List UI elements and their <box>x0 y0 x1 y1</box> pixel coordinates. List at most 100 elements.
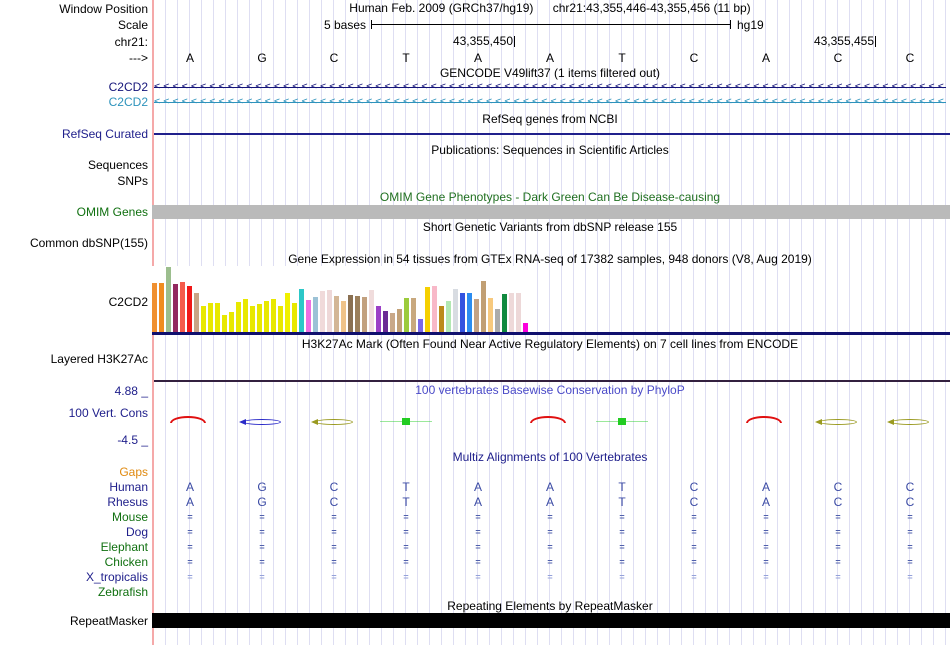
track-label-dog[interactable]: Dog <box>0 525 148 539</box>
conservation-glyph-arc[interactable] <box>745 416 787 423</box>
refseq-gene-line[interactable] <box>154 133 950 135</box>
coordinate-tick <box>514 36 515 47</box>
gtex-tissue-bar[interactable] <box>467 293 472 332</box>
conservation-glyph-lens[interactable] <box>887 419 929 425</box>
gtex-tissue-bar[interactable] <box>292 303 297 332</box>
gtex-tissue-bar[interactable] <box>264 301 269 332</box>
gtex-tissue-bar[interactable] <box>376 306 381 332</box>
conservation-glyph-arc[interactable] <box>169 416 211 423</box>
gtex-tissue-bar[interactable] <box>341 301 346 332</box>
track-label-sequences[interactable]: Sequences <box>0 158 148 172</box>
gtex-tissue-bar[interactable] <box>180 282 185 332</box>
gtex-tissue-bar[interactable] <box>355 296 360 332</box>
track-title-multiz[interactable]: Multiz Alignments of 100 Vertebrates <box>154 451 946 464</box>
gtex-tissue-bar[interactable] <box>187 286 192 332</box>
gtex-tissue-bar[interactable] <box>362 297 367 332</box>
track-label-repeatmasker[interactable]: RepeatMasker <box>0 614 148 628</box>
track-label-common-dbsnp[interactable]: Common dbSNP(155) <box>0 236 148 250</box>
gtex-tissue-bar[interactable] <box>502 294 507 332</box>
gtex-tissue-bar[interactable] <box>439 306 444 332</box>
gtex-tissue-bar[interactable] <box>411 298 416 332</box>
gene-exon-chevrons[interactable]: <<<<<<<<<<<<<<<<<<<<<<<<<<<<<<<<<<<<<<<<… <box>154 80 946 94</box>
base-letter: C <box>833 51 843 65</box>
gtex-tissue-bar[interactable] <box>425 287 430 332</box>
gtex-tissue-bar[interactable] <box>320 291 325 332</box>
repeatmasker-bar[interactable] <box>152 613 950 628</box>
track-title-dbsnp[interactable]: Short Genetic Variants from dbSNP releas… <box>154 221 946 234</box>
gtex-tissue-bar[interactable] <box>306 300 311 332</box>
gtex-tissue-bar[interactable] <box>418 319 423 332</box>
gtex-tissue-bar[interactable] <box>523 323 528 332</box>
gtex-tissue-bar[interactable] <box>215 303 220 332</box>
gtex-tissue-bar[interactable] <box>208 303 213 332</box>
gtex-tissue-bar[interactable] <box>229 312 234 332</box>
conservation-glyph-lens[interactable] <box>311 419 353 425</box>
gtex-tissue-bar[interactable] <box>334 296 339 332</box>
gtex-tissue-bar[interactable] <box>313 297 318 332</box>
gtex-tissue-bar[interactable] <box>166 267 171 332</box>
track-title-repeatmasker[interactable]: Repeating Elements by RepeatMasker <box>154 600 946 613</box>
track-label-chicken[interactable]: Chicken <box>0 555 148 569</box>
track-title-conservation[interactable]: 100 vertebrates Basewise Conservation by… <box>154 384 946 397</box>
gtex-tissue-bar[interactable] <box>488 298 493 332</box>
track-label-h3k27ac[interactable]: Layered H3K27Ac <box>0 352 148 366</box>
gtex-tissue-bar[interactable] <box>285 293 290 332</box>
gtex-tissue-bar[interactable] <box>369 290 374 332</box>
gtex-tissue-bar[interactable] <box>432 286 437 332</box>
track-title-h3k27ac[interactable]: H3K27Ac Mark (Often Found Near Active Re… <box>154 338 946 351</box>
track-label-gaps[interactable]: Gaps <box>0 465 148 479</box>
gtex-tissue-bar[interactable] <box>278 306 283 332</box>
track-label-gene[interactable]: C2CD2 <box>0 80 148 94</box>
gtex-tissue-bar[interactable] <box>460 293 465 332</box>
gtex-tissue-bar[interactable] <box>383 311 388 332</box>
conservation-glyph-arc[interactable] <box>529 416 571 423</box>
conservation-glyph-lens[interactable] <box>815 419 857 425</box>
track-label-gtex-gene[interactable]: C2CD2 <box>0 295 148 309</box>
gtex-tissue-bar[interactable] <box>271 299 276 332</box>
conservation-glyph-lens[interactable] <box>239 419 281 425</box>
gtex-tissue-bar[interactable] <box>173 284 178 332</box>
track-label-elephant[interactable]: Elephant <box>0 540 148 554</box>
gtex-tissue-bar[interactable] <box>250 306 255 332</box>
gtex-tissue-bar[interactable] <box>481 281 486 332</box>
track-label-snps[interactable]: SNPs <box>0 174 148 188</box>
track-title-refseq[interactable]: RefSeq genes from NCBI <box>154 113 946 126</box>
track-label-x_tropicalis[interactable]: X_tropicalis <box>0 570 148 584</box>
omim-gene-bar[interactable] <box>152 205 950 219</box>
track-title-gtex[interactable]: Gene Expression in 54 tissues from GTEx … <box>154 253 946 266</box>
gtex-tissue-bar[interactable] <box>495 309 500 332</box>
gtex-tissue-bar[interactable] <box>299 289 304 332</box>
gtex-tissue-bar[interactable] <box>243 299 248 332</box>
gene-exon-chevrons[interactable]: <<<<<<<<<<<<<<<<<<<<<<<<<<<<<<<<<<<<<<<<… <box>154 95 946 109</box>
gtex-tissue-bar[interactable] <box>390 313 395 332</box>
track-title-publications[interactable]: Publications: Sequences in Scientific Ar… <box>154 144 946 157</box>
gtex-tissue-bar[interactable] <box>509 293 514 332</box>
track-label-refseq-curated[interactable]: RefSeq Curated <box>0 127 148 141</box>
track-label-conservation[interactable]: 100 Vert. Cons <box>0 406 148 420</box>
gtex-tissue-bar[interactable] <box>397 309 402 332</box>
gtex-tissue-bar[interactable] <box>152 283 157 332</box>
track-title-gencode[interactable]: GENCODE V49lift37 (1 items filtered out) <box>154 67 946 80</box>
gtex-tissue-bar[interactable] <box>516 293 521 332</box>
gtex-tissue-bar[interactable] <box>236 302 241 332</box>
gtex-tissue-bar[interactable] <box>348 295 353 332</box>
track-label-rhesus[interactable]: Rhesus <box>0 495 148 509</box>
conservation-glyph-dot[interactable] <box>596 418 648 425</box>
track-title-omim[interactable]: OMIM Gene Phenotypes - Dark Green Can Be… <box>154 191 946 204</box>
track-label-gene[interactable]: C2CD2 <box>0 95 148 109</box>
gtex-tissue-bar[interactable] <box>201 306 206 332</box>
gtex-tissue-bar[interactable] <box>194 293 199 332</box>
gtex-tissue-bar[interactable] <box>474 299 479 332</box>
conservation-glyph-dot[interactable] <box>380 418 432 425</box>
track-label-omim-genes[interactable]: OMIM Genes <box>0 205 148 219</box>
track-label-human[interactable]: Human <box>0 480 148 494</box>
gtex-tissue-bar[interactable] <box>159 283 164 332</box>
gtex-tissue-bar[interactable] <box>222 315 227 332</box>
track-label-mouse[interactable]: Mouse <box>0 510 148 524</box>
gtex-tissue-bar[interactable] <box>453 289 458 332</box>
gtex-tissue-bar[interactable] <box>257 304 262 332</box>
gtex-tissue-bar[interactable] <box>404 298 409 332</box>
track-label-zebrafish[interactable]: Zebrafish <box>0 585 148 599</box>
gtex-tissue-bar[interactable] <box>327 290 332 332</box>
gtex-tissue-bar[interactable] <box>446 301 451 332</box>
